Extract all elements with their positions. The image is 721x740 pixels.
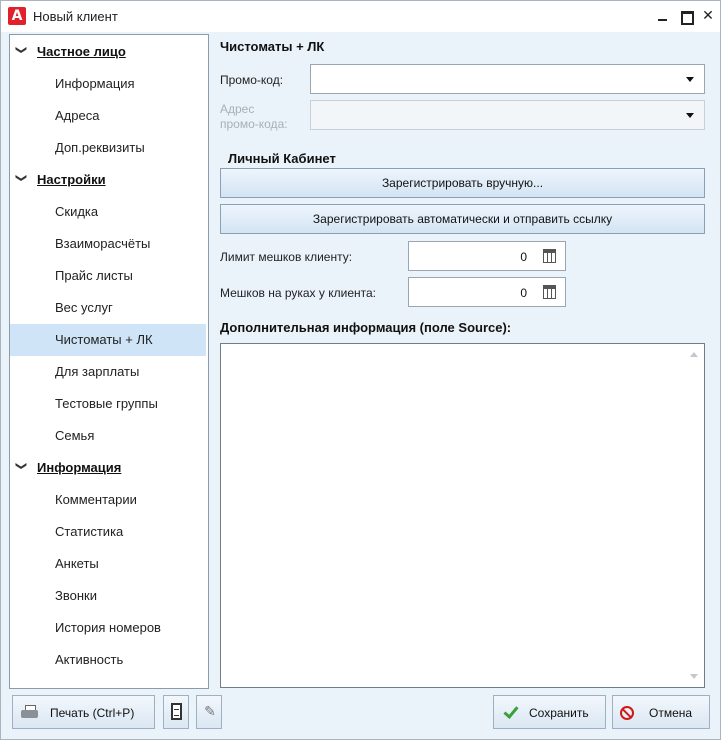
document-icon — [171, 703, 182, 720]
sidebar-item-chistomaty-lk[interactable]: Чистоматы + ЛК — [10, 324, 206, 356]
print-button-label: Печать (Ctrl+P) — [50, 706, 135, 720]
sidebar-item-salary[interactable]: Для зарплаты — [10, 356, 206, 388]
sidebar-item-label: Звонки — [55, 588, 97, 603]
window: A Новый клиент ✕ ❯ Частное лицо Информац… — [0, 0, 721, 740]
minimize-button[interactable] — [653, 6, 673, 26]
promo-code-label: Промо-код: — [220, 73, 284, 87]
client-area: ❯ Частное лицо Информация Адреса Доп.рек… — [1, 32, 720, 739]
sidebar-item-label: Адреса — [55, 108, 100, 123]
sidebar-item-label: Для зарплаты — [55, 364, 140, 379]
promo-code-select[interactable] — [310, 64, 705, 94]
extra-info-textarea[interactable] — [220, 343, 705, 688]
nav-group-private-person[interactable]: ❯ Частное лицо — [10, 36, 208, 68]
sidebar-item-label: Семья — [55, 428, 95, 443]
sidebar-item-settlements[interactable]: Взаиморасчёты — [10, 228, 206, 260]
nav-group-label: Информация — [37, 460, 122, 475]
sidebar-item-addresses[interactable]: Адреса — [10, 100, 206, 132]
print-button[interactable]: Печать (Ctrl+P) — [12, 695, 155, 729]
bags-on-hand-input[interactable]: 0 — [408, 277, 566, 307]
sidebar-item-test-groups[interactable]: Тестовые группы — [10, 388, 206, 420]
scroll-down-arrow-icon[interactable] — [690, 674, 698, 679]
save-button[interactable]: Сохранить — [493, 695, 606, 729]
sidebar-item-statistics[interactable]: Статистика — [10, 516, 206, 548]
close-button[interactable]: ✕ — [698, 6, 718, 26]
extra-info-label: Дополнительная информация (поле Source): — [220, 320, 512, 335]
sidebar-item-label: Активность — [55, 652, 124, 667]
sidebar-item-label: История номеров — [55, 620, 161, 635]
calculator-icon[interactable] — [543, 285, 556, 299]
bags-on-hand-value: 0 — [520, 286, 527, 300]
sidebar-item-calls[interactable]: Звонки — [10, 580, 206, 612]
sidebar-item-label: Взаиморасчёты — [55, 236, 151, 251]
cabinet-section-title: Личный Кабинет — [228, 151, 336, 166]
sidebar-nav: ❯ Частное лицо Информация Адреса Доп.рек… — [9, 34, 209, 689]
calculator-icon[interactable] — [543, 249, 556, 263]
nav-group-settings[interactable]: ❯ Настройки — [10, 164, 208, 196]
sidebar-item-label: Тестовые группы — [55, 396, 158, 411]
sidebar-item-activity[interactable]: Активность — [10, 644, 206, 676]
promo-address-label-line1: Адрес — [220, 102, 255, 116]
cancel-button[interactable]: Отмена — [612, 695, 710, 729]
bag-limit-value: 0 — [520, 250, 527, 264]
cancel-button-label: Отмена — [649, 706, 693, 720]
chevron-down-icon[interactable]: ❯ — [14, 43, 28, 57]
sidebar-item-label: Статистика — [55, 524, 124, 539]
sidebar-item-price-lists[interactable]: Прайс листы — [10, 260, 206, 292]
maximize-button[interactable] — [676, 6, 696, 26]
register-auto-button[interactable]: Зарегистрировать автоматически и отправи… — [220, 204, 705, 234]
promo-address-select[interactable] — [310, 100, 705, 130]
sidebar-item-label: Анкеты — [55, 556, 99, 571]
sidebar-item-label: Вес услуг — [55, 300, 113, 315]
page-title: Чистоматы + ЛК — [220, 39, 325, 54]
checkmark-icon — [502, 704, 518, 720]
chevron-down-icon[interactable] — [686, 77, 694, 82]
nav-group-information[interactable]: ❯ Информация — [10, 452, 208, 484]
wrench-icon: ✎ — [204, 704, 216, 720]
bags-on-hand-label: Мешков на руках у клиента: — [220, 286, 376, 300]
window-title: Новый клиент — [33, 9, 118, 24]
sidebar-item-label: Информация — [55, 76, 135, 91]
sidebar-item-extra-details[interactable]: Доп.реквизиты — [10, 132, 206, 164]
sidebar-item-label: Скидка — [55, 204, 99, 219]
app-logo-icon: A — [8, 7, 26, 25]
printer-icon — [21, 705, 38, 720]
save-button-label: Сохранить — [529, 706, 589, 720]
sidebar-item-surveys[interactable]: Анкеты — [10, 548, 206, 580]
chevron-down-icon[interactable]: ❯ — [14, 171, 28, 185]
sidebar-item-information[interactable]: Информация — [10, 68, 206, 100]
sidebar-item-family[interactable]: Семья — [10, 420, 206, 452]
sidebar-item-number-history[interactable]: История номеров — [10, 612, 206, 644]
chevron-down-icon[interactable] — [686, 113, 694, 118]
page-button[interactable] — [163, 695, 189, 729]
sidebar-item-label: Прайс листы — [55, 268, 133, 283]
title-bar: A Новый клиент ✕ — [1, 1, 720, 32]
sidebar-item-label: Чистоматы + ЛК — [55, 332, 153, 347]
promo-address-label-line2: промо-кода: — [220, 117, 288, 131]
cancel-icon — [620, 706, 634, 720]
register-manual-button[interactable]: Зарегистрировать вручную... — [220, 168, 705, 198]
scroll-up-arrow-icon[interactable] — [690, 352, 698, 357]
bag-limit-label: Лимит мешков клиенту: — [220, 250, 353, 264]
bag-limit-input[interactable]: 0 — [408, 241, 566, 271]
sidebar-item-service-weight[interactable]: Вес услуг — [10, 292, 206, 324]
chevron-down-icon[interactable]: ❯ — [14, 459, 28, 473]
nav-group-label: Частное лицо — [37, 44, 126, 59]
sidebar-item-label: Доп.реквизиты — [55, 140, 145, 155]
sidebar-item-discount[interactable]: Скидка — [10, 196, 206, 228]
nav-group-label: Настройки — [37, 172, 106, 187]
sidebar-item-comments[interactable]: Комментарии — [10, 484, 206, 516]
settings-button[interactable]: ✎ — [196, 695, 222, 729]
sidebar-item-label: Комментарии — [55, 492, 137, 507]
